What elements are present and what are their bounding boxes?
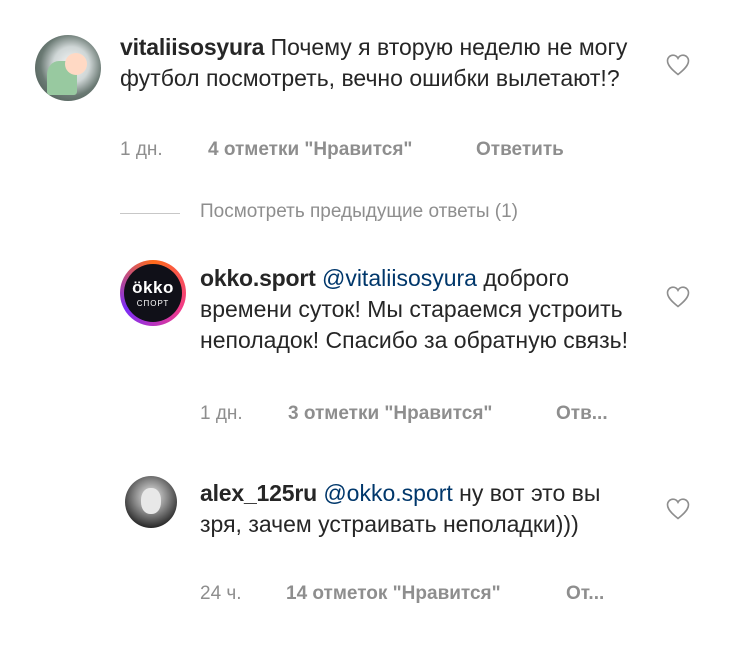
comment-username[interactable]: vitaliisosyura <box>120 34 264 60</box>
comment-text: alex_125ru @okko.sport ну вот это вы зря… <box>200 478 640 540</box>
comment-text: okko.sport @vitaliisosyura доброго време… <box>200 263 640 356</box>
avatar-okko-sport[interactable]: ökko СПОРТ <box>120 260 186 326</box>
comment-username[interactable]: alex_125ru <box>200 480 317 506</box>
view-previous-replies-label[interactable]: Посмотреть предыдущие ответы (1) <box>200 201 518 223</box>
comment-text: vitaliisosyura Почему я вторую неделю не… <box>120 32 640 94</box>
comment-time[interactable]: 24 ч. <box>200 583 242 605</box>
comment-mention[interactable]: @okko.sport <box>323 480 452 506</box>
avatar-vitaliisosyura[interactable] <box>35 35 101 101</box>
avatar-alex-125ru[interactable] <box>125 476 177 528</box>
heart-icon[interactable] <box>666 54 690 76</box>
likes-count[interactable]: 4 отметки "Нравится" <box>208 139 412 161</box>
avatar-mask <box>141 488 161 514</box>
okko-logo: ökko СПОРТ <box>124 264 182 322</box>
avatar-face <box>65 53 87 75</box>
likes-count[interactable]: 3 отметки "Нравится" <box>288 403 492 425</box>
divider-line <box>120 213 180 214</box>
heart-icon[interactable] <box>666 286 690 308</box>
reply-button[interactable]: Ответить <box>476 139 564 161</box>
comment-mention[interactable]: @vitaliisosyura <box>322 265 477 291</box>
heart-icon[interactable] <box>666 498 690 520</box>
reply-button[interactable]: От... <box>566 583 604 605</box>
likes-count[interactable]: 14 отметок "Нравится" <box>286 583 501 605</box>
okko-logo-brand: ökko <box>132 278 174 297</box>
comment-username[interactable]: okko.sport <box>200 265 316 291</box>
comment-time[interactable]: 1 дн. <box>200 403 243 425</box>
okko-logo-sub: СПОРТ <box>136 299 170 308</box>
comment-time[interactable]: 1 дн. <box>120 139 163 161</box>
reply-button[interactable]: Отв... <box>556 403 608 425</box>
